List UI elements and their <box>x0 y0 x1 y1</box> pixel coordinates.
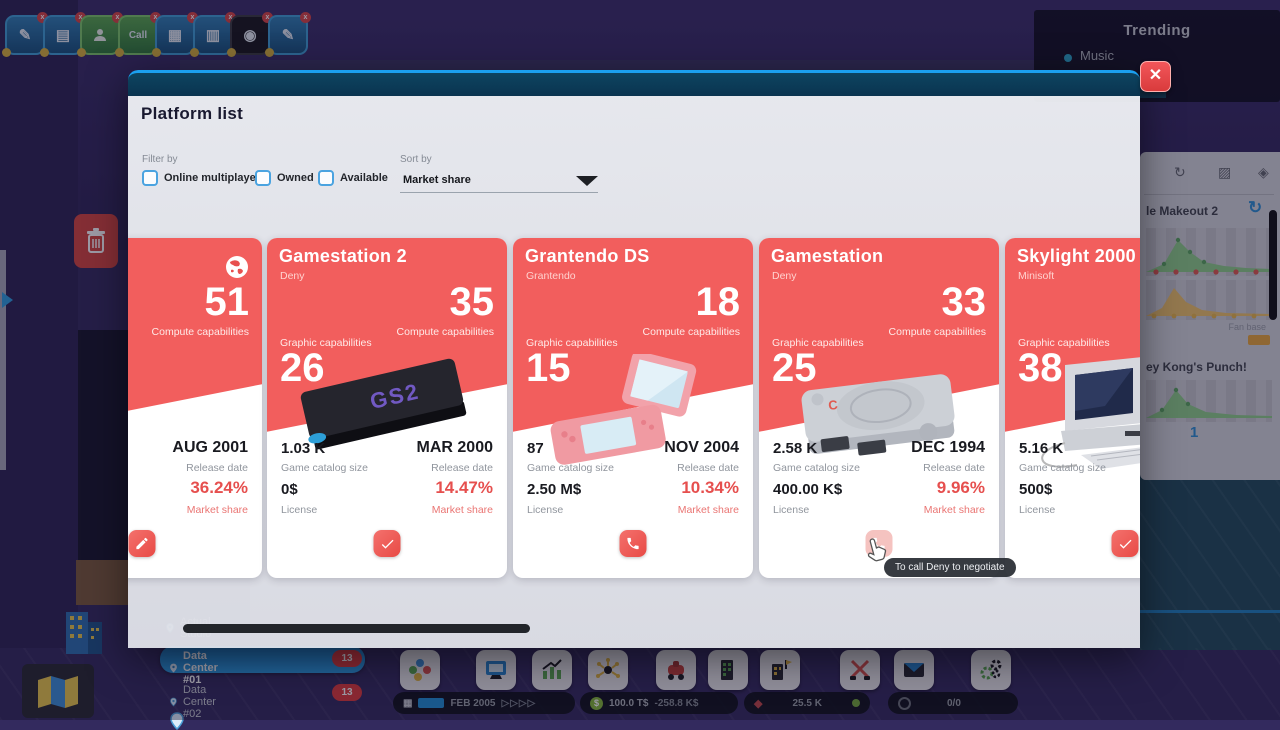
modal-header-bar <box>128 70 1140 96</box>
license-label: License <box>1019 504 1055 516</box>
filter-by-label: Filter by <box>142 154 178 165</box>
market-share-value: 10.34% <box>681 478 739 498</box>
platform-list-modal: Platform list Filter by Online multiplay… <box>128 70 1140 648</box>
sort-dropdown-value[interactable]: Market share <box>403 174 471 186</box>
market-share-value: 14.47% <box>435 478 493 498</box>
platform-maker: Deny <box>280 270 305 282</box>
platform-art <box>513 356 753 476</box>
release-label: Release date <box>186 462 248 474</box>
license-label: License <box>773 504 809 516</box>
check-icon <box>1117 536 1133 552</box>
platform-name: Gamestation <box>771 246 883 267</box>
compute-value: 51 <box>205 282 250 322</box>
ds-console-art <box>533 354 733 479</box>
market-share-value: 36.24% <box>190 478 248 498</box>
market-share-value: 9.96% <box>937 478 985 498</box>
platform-maker: Grantendo <box>526 270 576 282</box>
gs2-console-art: GS2 <box>282 356 492 476</box>
license-value: 0$ <box>281 481 298 498</box>
catalog-label: Game catalog size <box>773 462 860 474</box>
release-value: NOV 2004 <box>664 439 739 457</box>
release-value: AUG 2001 <box>172 439 248 457</box>
platform-maker: Deny <box>772 270 797 282</box>
owned-check-button[interactable] <box>1112 530 1139 557</box>
catalog-label: Game catalog size <box>1019 462 1106 474</box>
compute-label: Compute capabilities <box>152 326 249 338</box>
release-label: Release date <box>923 462 985 474</box>
close-button[interactable]: ✕ <box>1140 61 1171 92</box>
market-share-label: Market share <box>187 504 248 516</box>
catalog-value: 87 <box>527 440 544 457</box>
catalog-label: Game catalog size <box>281 462 368 474</box>
check-icon <box>379 536 395 552</box>
catalog-label: Game catalog size <box>527 462 614 474</box>
filter-online-multiplayer-label: Online multiplayer <box>164 172 260 184</box>
compute-value: 18 <box>696 282 741 322</box>
platform-art <box>1005 356 1140 476</box>
chevron-down-icon[interactable] <box>576 176 598 186</box>
globe-icon <box>224 254 250 280</box>
compute-value: 33 <box>942 282 987 322</box>
compute-value: 35 <box>450 282 495 322</box>
filter-owned-checkbox[interactable] <box>255 170 271 186</box>
platform-card[interactable]: Skylight 2000 Minisoft Graphic capabilit… <box>1005 238 1140 578</box>
market-share-label: Market share <box>924 504 985 516</box>
owned-check-button[interactable] <box>374 530 401 557</box>
license-value: 400.00 K$ <box>773 481 842 498</box>
catalog-value: 2.58 K <box>773 440 817 457</box>
filter-online-multiplayer-checkbox[interactable] <box>142 170 158 186</box>
compute-label: Compute capabilities <box>643 326 740 338</box>
gs1-console-art: C <box>774 354 984 479</box>
platform-card[interactable]: Gamestation 2 Deny 35 Compute capabiliti… <box>267 238 507 578</box>
sort-by-label: Sort by <box>400 154 432 165</box>
release-label: Release date <box>431 462 493 474</box>
filter-available-label: Available <box>340 172 388 184</box>
hand-cursor-icon <box>864 536 890 564</box>
platform-card[interactable]: 51 Compute capabilities AUG 2001 Release… <box>128 238 262 578</box>
filter-available-checkbox[interactable] <box>318 170 334 186</box>
sort-dropdown-underline <box>400 192 598 193</box>
release-label: Release date <box>677 462 739 474</box>
negotiate-tooltip: To call Deny to negotiate <box>884 558 1016 577</box>
platform-name: Skylight 2000 <box>1017 246 1136 267</box>
platform-name: Gamestation 2 <box>279 246 407 267</box>
call-negotiate-button[interactable] <box>620 530 647 557</box>
platform-art: GS2 <box>267 356 507 476</box>
license-value: 2.50 M$ <box>527 481 581 498</box>
catalog-value: 1.03 K <box>281 440 325 457</box>
catalog-value: 5.16 K <box>1019 440 1063 457</box>
platform-maker: Minisoft <box>1018 270 1054 282</box>
market-share-label: Market share <box>678 504 739 516</box>
edit-platform-button[interactable] <box>129 530 156 557</box>
release-value: DEC 1994 <box>911 439 985 457</box>
license-label: License <box>527 504 563 516</box>
filter-owned-label: Owned <box>277 172 314 184</box>
phone-icon <box>626 536 641 551</box>
compute-label: Compute capabilities <box>889 326 986 338</box>
pencil-icon <box>135 536 150 551</box>
market-share-label: Market share <box>432 504 493 516</box>
platform-art: C <box>759 356 999 476</box>
platform-card[interactable]: Gamestation Deny 33 Compute capabilities… <box>759 238 999 578</box>
platform-card[interactable]: Grantendo DS Grantendo 18 Compute capabi… <box>513 238 753 578</box>
platform-name: Grantendo DS <box>525 246 650 267</box>
license-label: License <box>281 504 317 516</box>
modal-title: Platform list <box>141 104 243 124</box>
horizontal-scrollbar[interactable] <box>183 624 530 633</box>
license-value: 500$ <box>1019 481 1052 498</box>
compute-label: Compute capabilities <box>397 326 494 338</box>
release-value: MAR 2000 <box>417 439 493 457</box>
